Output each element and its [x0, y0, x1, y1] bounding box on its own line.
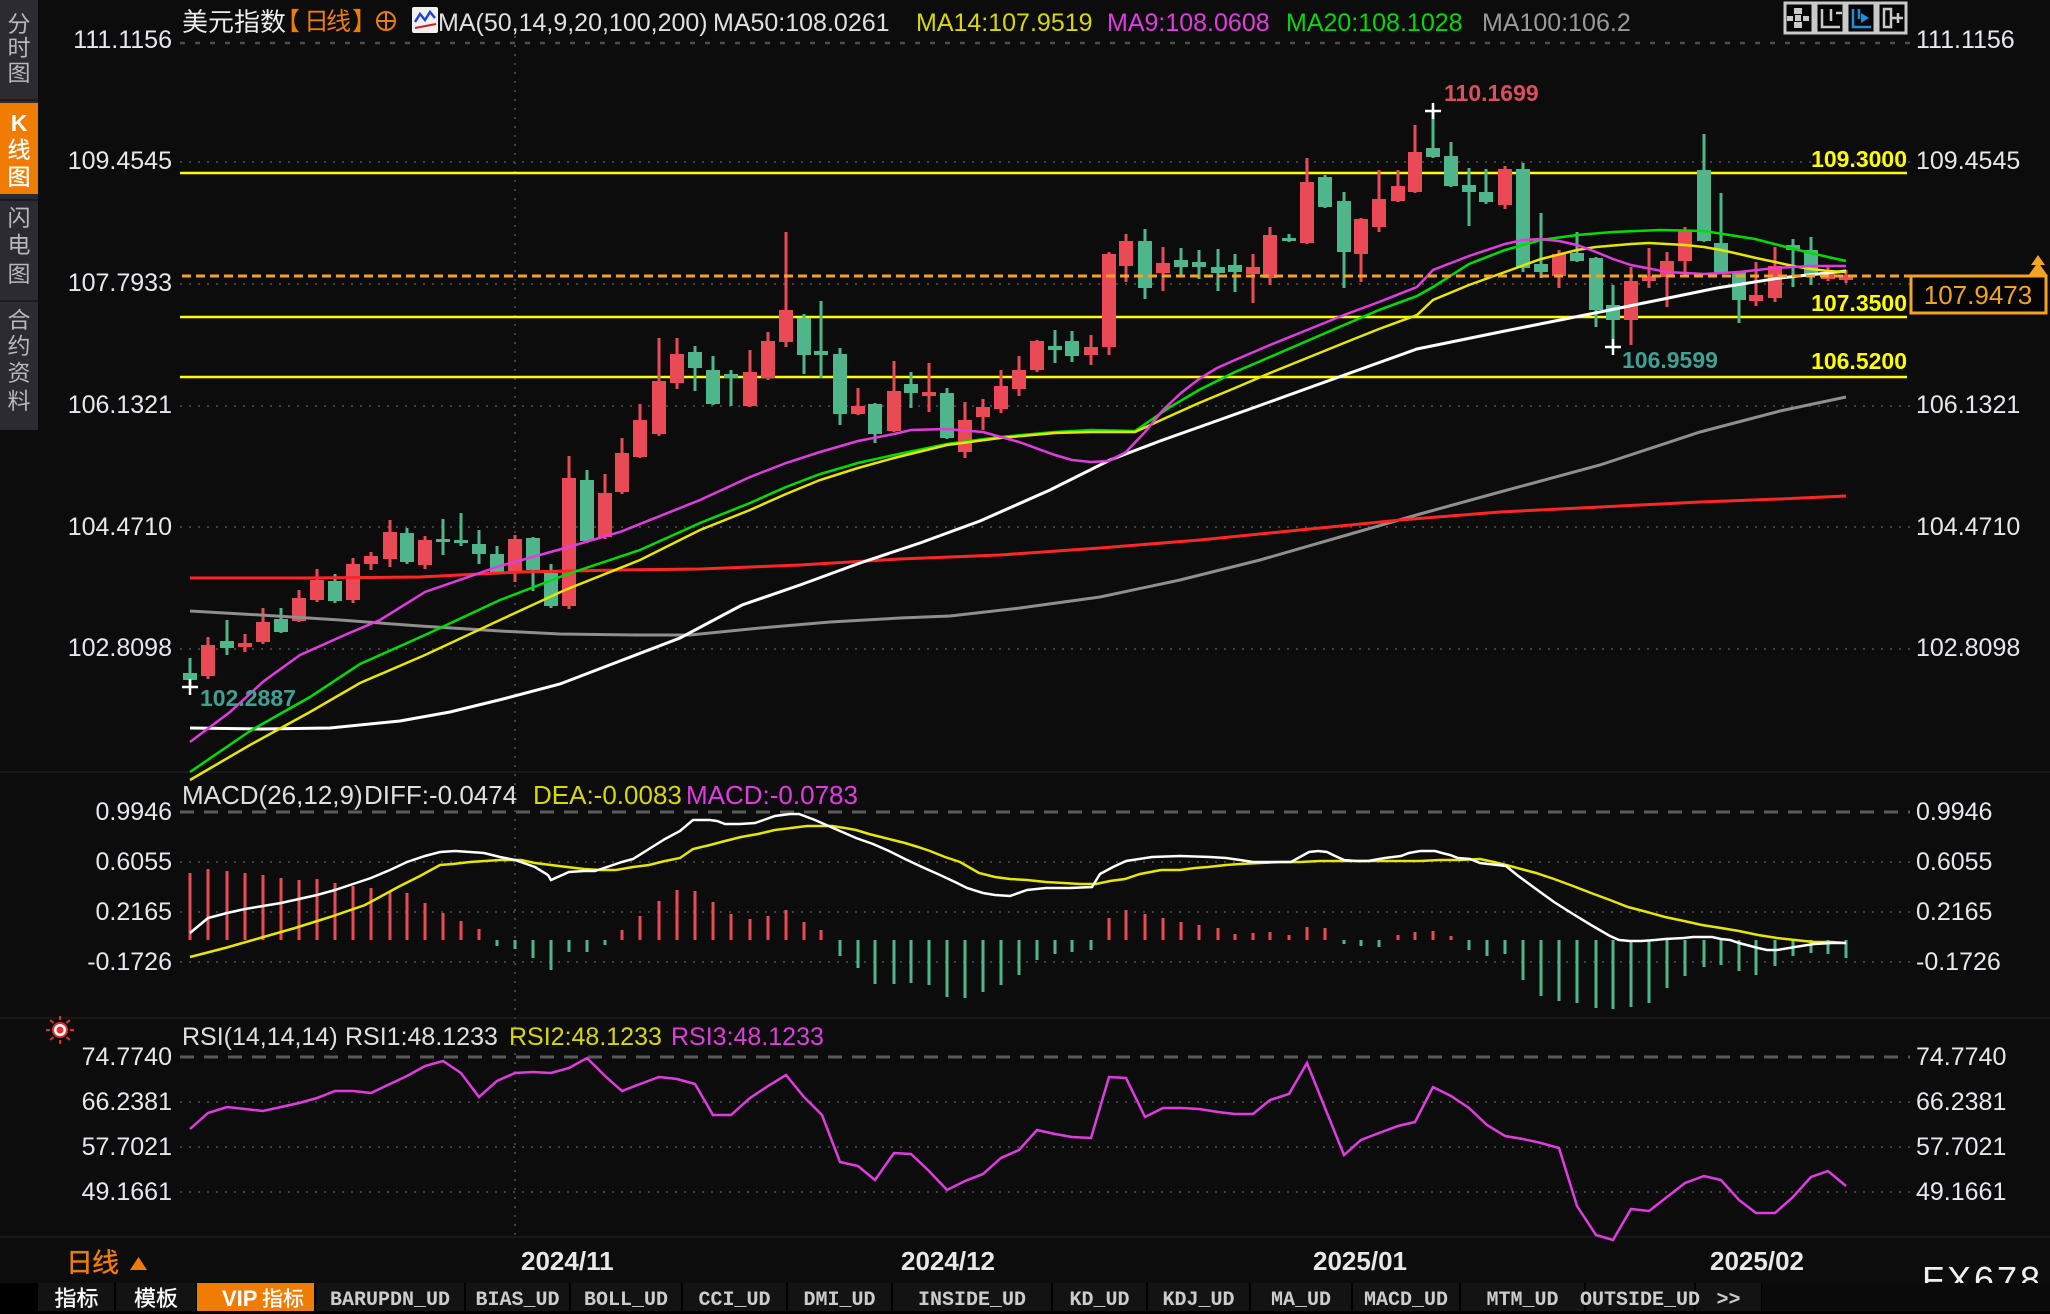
- svg-text:49.1661: 49.1661: [82, 1178, 172, 1206]
- svg-text:CCI_UD: CCI_UD: [698, 1289, 770, 1312]
- svg-text:106.9599: 106.9599: [1622, 347, 1718, 373]
- svg-text:BARUPDN_UD: BARUPDN_UD: [330, 1289, 450, 1312]
- svg-text:MA50:108.0261: MA50:108.0261: [713, 9, 890, 37]
- svg-text:57.7021: 57.7021: [82, 1133, 172, 1161]
- svg-text:106.5200: 106.5200: [1811, 348, 1907, 374]
- svg-text:102.8098: 102.8098: [68, 634, 172, 662]
- svg-text:MTM_UD: MTM_UD: [1486, 1289, 1558, 1312]
- svg-text:BOLL_UD: BOLL_UD: [584, 1289, 668, 1312]
- svg-text:MA20:108.1028: MA20:108.1028: [1286, 9, 1463, 37]
- svg-text:RSI3:48.1233: RSI3:48.1233: [671, 1023, 824, 1051]
- svg-text:111.1156: 111.1156: [73, 26, 172, 54]
- svg-text:66.2381: 66.2381: [1916, 1088, 2006, 1116]
- svg-text:74.7740: 74.7740: [1916, 1043, 2006, 1071]
- svg-text:57.7021: 57.7021: [1916, 1133, 2006, 1161]
- svg-text:49.1661: 49.1661: [1916, 1178, 2006, 1206]
- svg-text:0.2165: 0.2165: [1916, 898, 1992, 926]
- svg-text:MA9:108.0608: MA9:108.0608: [1107, 9, 1270, 37]
- svg-text:107.7933: 107.7933: [68, 269, 172, 297]
- svg-text:2024/12: 2024/12: [901, 1246, 995, 1276]
- svg-text:MA_UD: MA_UD: [1271, 1289, 1331, 1312]
- svg-text:KD_UD: KD_UD: [1069, 1289, 1129, 1312]
- svg-text:OUTSIDE_UD: OUTSIDE_UD: [1580, 1289, 1700, 1312]
- svg-text:104.4710: 104.4710: [68, 513, 172, 541]
- svg-text:109.4545: 109.4545: [1916, 147, 2020, 175]
- svg-text:0.9946: 0.9946: [1916, 798, 1992, 826]
- svg-text:BIAS_UD: BIAS_UD: [475, 1289, 559, 1312]
- svg-text:DIFF:-0.0474: DIFF:-0.0474: [364, 780, 517, 810]
- svg-text:74.7740: 74.7740: [82, 1043, 172, 1071]
- svg-text:102.2887: 102.2887: [200, 685, 296, 711]
- svg-text:110.1699: 110.1699: [1444, 80, 1539, 106]
- svg-text:MA100:106.2: MA100:106.2: [1482, 9, 1631, 37]
- svg-text:2025/01: 2025/01: [1313, 1246, 1407, 1276]
- svg-text:107.9473: 107.9473: [1924, 280, 2032, 310]
- svg-text:MACD:-0.0783: MACD:-0.0783: [686, 780, 858, 810]
- svg-text:66.2381: 66.2381: [82, 1088, 172, 1116]
- svg-text:KDJ_UD: KDJ_UD: [1162, 1289, 1234, 1312]
- svg-text:VIP: VIP: [222, 1286, 257, 1311]
- svg-text:2024/11: 2024/11: [521, 1246, 614, 1276]
- svg-text:109.3000: 109.3000: [1811, 146, 1907, 172]
- svg-text:0.9946: 0.9946: [96, 798, 172, 826]
- svg-text:0.6055: 0.6055: [1916, 848, 1992, 876]
- svg-text:109.4545: 109.4545: [68, 147, 172, 175]
- svg-text:111.1156: 111.1156: [1916, 26, 2015, 54]
- svg-text:INSIDE_UD: INSIDE_UD: [918, 1289, 1026, 1312]
- svg-text:K: K: [11, 110, 28, 136]
- svg-text:RSI2:48.1233: RSI2:48.1233: [509, 1023, 662, 1051]
- svg-text:DMI_UD: DMI_UD: [803, 1289, 875, 1312]
- svg-text:DEA:-0.0083: DEA:-0.0083: [533, 780, 682, 810]
- svg-text:>>: >>: [1716, 1289, 1740, 1312]
- svg-text:106.1321: 106.1321: [68, 391, 172, 419]
- svg-text:0.6055: 0.6055: [96, 848, 172, 876]
- svg-text:RSI(14,14,14): RSI(14,14,14): [182, 1023, 338, 1051]
- svg-text:106.1321: 106.1321: [1916, 391, 2020, 419]
- svg-text:104.4710: 104.4710: [1916, 513, 2020, 541]
- svg-text:RSI1:48.1233: RSI1:48.1233: [345, 1023, 498, 1051]
- svg-text:MACD_UD: MACD_UD: [1364, 1289, 1448, 1312]
- svg-text:107.3500: 107.3500: [1811, 290, 1907, 316]
- svg-text:102.8098: 102.8098: [1916, 634, 2020, 662]
- svg-text:MA14:107.9519: MA14:107.9519: [916, 9, 1093, 37]
- svg-text:2025/02: 2025/02: [1710, 1246, 1804, 1276]
- svg-text:MA(50,14,9,20,100,200): MA(50,14,9,20,100,200): [438, 9, 708, 37]
- svg-text:MACD(26,12,9): MACD(26,12,9): [182, 780, 363, 810]
- svg-text:-0.1726: -0.1726: [87, 948, 172, 976]
- svg-text:0.2165: 0.2165: [96, 898, 172, 926]
- svg-text:-0.1726: -0.1726: [1916, 948, 2001, 976]
